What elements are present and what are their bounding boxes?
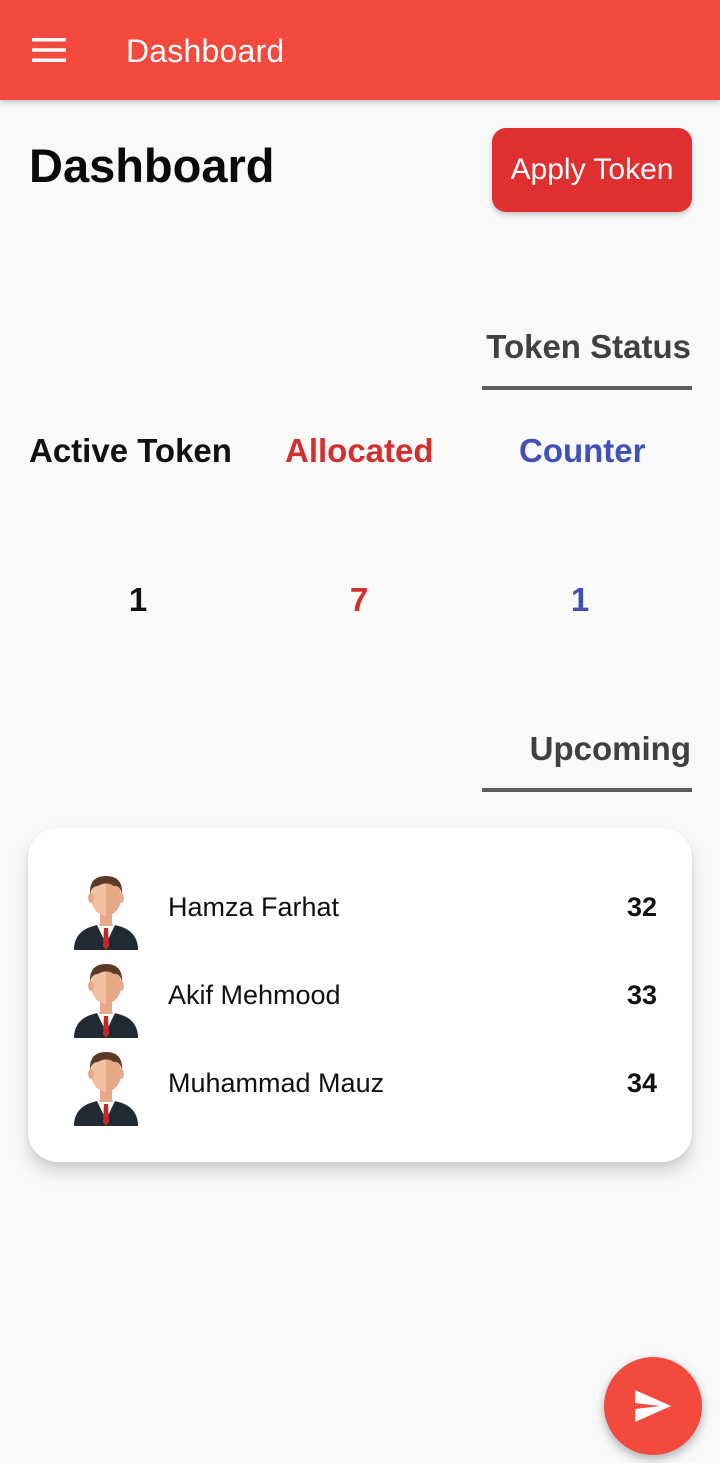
- list-item[interactable]: Akif Mehmood 33: [28, 954, 692, 1042]
- active-token-label: Active Token: [29, 432, 232, 469]
- counter-label: Counter: [519, 432, 646, 469]
- list-item-token: 33: [626, 980, 657, 1010]
- list-item-name: Akif Mehmood: [168, 980, 341, 1010]
- upcoming-underline: [482, 788, 692, 792]
- list-item-token: 32: [626, 892, 657, 922]
- allocated-label: Allocated: [285, 432, 434, 469]
- user-avatar-icon: [74, 1052, 138, 1126]
- hamburger-menu-icon: [32, 38, 66, 62]
- list-item-name: Muhammad Mauz: [168, 1068, 385, 1098]
- apply-token-button[interactable]: Apply Token: [492, 128, 692, 212]
- avatar: [70, 954, 142, 1038]
- list-item-token: 34: [626, 1068, 657, 1098]
- upcoming-heading: Upcoming: [529, 730, 691, 767]
- menu-button[interactable]: [20, 24, 78, 76]
- page-title: Dashboard: [29, 139, 275, 192]
- token-status-heading: Token Status: [486, 328, 691, 365]
- allocated-value: 7: [349, 581, 369, 618]
- user-avatar-icon: [74, 876, 138, 950]
- token-status-underline: [482, 386, 692, 390]
- upcoming-list-card: Hamza Farhat 32 Akif Mehmood 33 Muhammad…: [28, 828, 692, 1162]
- list-item[interactable]: Muhammad Mauz 34: [28, 1042, 692, 1130]
- active-token-value: 1: [128, 581, 148, 618]
- list-item[interactable]: Hamza Farhat 32: [28, 866, 692, 954]
- list-item-name: Hamza Farhat: [168, 892, 340, 922]
- avatar: [70, 1042, 142, 1126]
- send-icon: [635, 1390, 671, 1422]
- app-bar: Dashboard: [0, 0, 720, 100]
- counter-value: 1: [570, 581, 590, 618]
- avatar: [70, 866, 142, 950]
- app-bar-title: Dashboard: [126, 33, 285, 69]
- user-avatar-icon: [74, 964, 138, 1038]
- send-fab-button[interactable]: [604, 1357, 702, 1455]
